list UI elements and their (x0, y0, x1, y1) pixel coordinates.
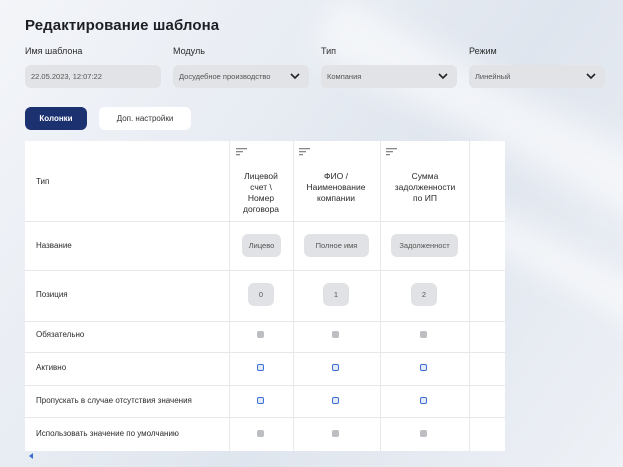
required-checkbox[interactable] (332, 331, 339, 338)
row-label-position: Позиция (36, 290, 68, 299)
column-name-input[interactable]: Лицево (242, 234, 281, 257)
type-value: Компания (327, 72, 362, 81)
column-header-name: ФИО / Наименование компании (306, 171, 366, 203)
columns-table: Тип Название Позиция Обязательно Активно… (25, 141, 505, 451)
sort-icon[interactable] (386, 147, 397, 156)
chevron-down-icon (586, 73, 596, 80)
row-label-name: Название (36, 241, 72, 250)
default-checkbox[interactable] (332, 430, 339, 437)
chevron-down-icon (438, 73, 448, 80)
column-name-input[interactable]: Полное имя (304, 234, 369, 257)
mode-select[interactable]: Линейный (469, 65, 605, 88)
module-value: Досудебное производство (179, 72, 271, 81)
column-position-input[interactable]: 2 (411, 283, 437, 306)
sort-icon[interactable] (299, 147, 310, 156)
row-label-required: Обязательно (36, 330, 85, 339)
tab-extra-settings[interactable]: Доп. настройки (99, 107, 191, 130)
column-header-account: Лицевой счет \ Номер договора (243, 171, 279, 214)
default-checkbox[interactable] (257, 430, 264, 437)
type-label: Тип (321, 46, 337, 56)
default-checkbox[interactable] (420, 430, 427, 437)
chevron-down-icon (290, 73, 300, 80)
active-checkbox[interactable] (332, 364, 339, 371)
module-label: Модуль (173, 46, 205, 56)
mode-value: Линейный (475, 72, 511, 81)
skip-checkbox[interactable] (332, 397, 339, 404)
template-name-label: Имя шаблона (25, 46, 83, 56)
active-checkbox[interactable] (257, 364, 264, 371)
active-checkbox[interactable] (420, 364, 427, 371)
module-select[interactable]: Досудебное производство (173, 65, 309, 88)
skip-checkbox[interactable] (420, 397, 427, 404)
column-position-input[interactable]: 1 (323, 283, 349, 306)
template-name-value: 22.05.2023, 12:07:22 (31, 72, 102, 81)
column-name-input[interactable]: Задолженност (391, 234, 458, 257)
template-name-field[interactable]: 22.05.2023, 12:07:22 (25, 65, 161, 88)
column-position-input[interactable]: 0 (248, 283, 274, 306)
tab-columns[interactable]: Колонки (25, 107, 87, 130)
type-select[interactable]: Компания (321, 65, 457, 88)
skip-checkbox[interactable] (257, 397, 264, 404)
scroll-left-icon[interactable] (27, 452, 35, 460)
row-label-default: Использовать значение по умолчанию (36, 429, 179, 438)
required-checkbox[interactable] (257, 331, 264, 338)
required-checkbox[interactable] (420, 331, 427, 338)
row-label-type: Тип (36, 177, 50, 186)
mode-label: Режим (469, 46, 497, 56)
column-header-debt: Сумма задолженности по ИП (394, 171, 456, 203)
page-title: Редактирование шаблона (25, 17, 220, 34)
sort-icon[interactable] (236, 147, 247, 156)
row-label-skip: Пропускать в случае отсутствия значения (36, 396, 192, 405)
row-label-active: Активно (36, 363, 67, 372)
